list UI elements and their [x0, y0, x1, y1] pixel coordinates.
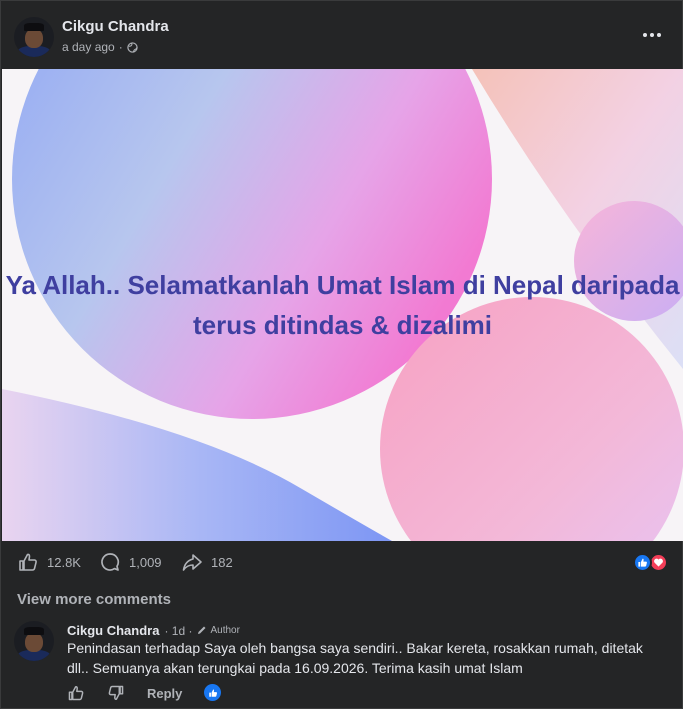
post-image[interactable]: Ya Allah.. Selamatkanlah Umat Islam di N… — [2, 69, 683, 541]
post-timestamp[interactable]: a day ago — [62, 40, 115, 54]
comment-count: 1,009 — [129, 554, 162, 570]
author-badge-label: Author — [210, 624, 240, 636]
pencil-icon — [198, 626, 206, 634]
view-more-comments-link[interactable]: View more comments — [17, 591, 171, 608]
post-image-text: Ya Allah.. Selamatkanlah Umat Islam di N… — [5, 270, 680, 340]
thumbs-up-icon — [19, 553, 37, 571]
commenter-avatar[interactable] — [14, 621, 54, 661]
globe-icon[interactable] — [127, 41, 138, 53]
share-button[interactable]: 182 — [181, 551, 233, 573]
more-options-button[interactable] — [640, 25, 664, 45]
action-bar: 12.8K 1,009 182 — [1, 541, 683, 585]
reactions-summary[interactable] — [633, 553, 668, 572]
like-count: 12.8K — [47, 554, 81, 570]
share-count: 182 — [211, 554, 233, 570]
share-arrow-icon — [182, 554, 202, 571]
like-button[interactable]: 12.8K — [17, 551, 81, 573]
comment-header: Cikgu Chandra · 1d · Author — [67, 623, 240, 638]
meta-separator: · — [118, 40, 123, 54]
like-reaction-icon — [633, 553, 652, 572]
comment-like-reaction-icon[interactable] — [204, 684, 221, 701]
post-meta: a day ago · — [62, 40, 138, 54]
comment-text: Penindasan terhadap Saya oleh bangsa say… — [67, 640, 643, 676]
comment-button[interactable]: 1,009 — [99, 551, 162, 573]
author-avatar[interactable] — [14, 17, 54, 57]
author-badge: Author — [197, 624, 240, 636]
commenter-name[interactable]: Cikgu Chandra — [67, 623, 159, 638]
comment-bubble-icon — [101, 553, 120, 571]
comment-dislike-icon[interactable] — [107, 684, 125, 702]
reply-button[interactable]: Reply — [147, 686, 182, 701]
post-header: Cikgu Chandra a day ago · — [1, 1, 683, 69]
post-card: Cikgu Chandra a day ago · Ya Allah.. Sel… — [0, 0, 683, 709]
more-options-icon — [643, 33, 647, 37]
comment-time[interactable]: · 1d · — [164, 624, 192, 638]
author-name[interactable]: Cikgu Chandra — [62, 18, 169, 35]
comment-like-icon[interactable] — [67, 684, 85, 702]
